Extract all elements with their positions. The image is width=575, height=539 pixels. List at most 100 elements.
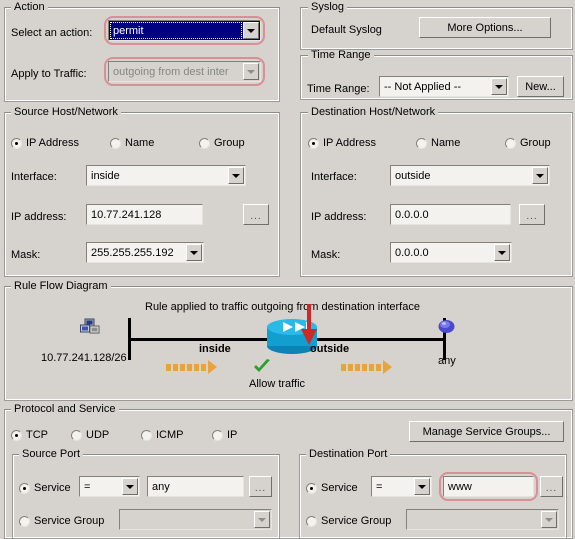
diagram-left-tick <box>128 318 131 360</box>
select-action-combo[interactable]: permit <box>108 20 261 41</box>
destination-ip-label: IP address: <box>311 211 367 223</box>
destination-radio-group-label: Group <box>520 137 551 149</box>
destination-ip-input[interactable]: 0.0.0.0 <box>390 204 511 225</box>
destination-mask-chevron-down-icon[interactable] <box>494 244 510 261</box>
acl-rule-dialog: Action Select an action: permit Apply to… <box>0 0 575 539</box>
any-network-globe-icon <box>438 320 455 333</box>
protocol-radio-tcp-label: TCP <box>26 429 48 441</box>
radio-dot-icon <box>11 429 22 441</box>
source-ip-browse-button[interactable]: ... <box>243 204 269 225</box>
source-port-operator-combo[interactable]: = <box>79 476 140 497</box>
destination-port-radio-service-label: Service <box>321 482 358 494</box>
source-host-group-legend: Source Host/Network <box>11 107 121 118</box>
source-port-service-input[interactable]: any <box>147 476 244 497</box>
source-radio-name[interactable]: Name <box>110 137 154 149</box>
apply-traffic-value: outgoing from dest inter <box>113 65 229 78</box>
source-port-operator-value: = <box>84 480 91 493</box>
select-action-value: permit <box>113 24 144 37</box>
apply-traffic-label: Apply to Traffic: <box>11 68 87 80</box>
destination-mask-combo[interactable]: 0.0.0.0 <box>390 242 512 263</box>
destination-port-operator-chevron-down-icon[interactable] <box>414 478 430 495</box>
source-port-browse-button[interactable]: ... <box>249 476 272 497</box>
destination-radio-ip-address-label: IP Address <box>323 137 376 149</box>
source-ip-label: IP address: <box>11 211 67 223</box>
radio-dot-icon <box>505 137 516 149</box>
source-interface-label: Interface: <box>11 171 57 183</box>
radio-dot-icon <box>71 429 82 441</box>
diagram-caption: Rule applied to traffic outgoing from de… <box>145 301 420 313</box>
network-hosts-icon <box>80 318 100 334</box>
radio-dot-icon <box>19 482 30 494</box>
destination-interface-combo[interactable]: outside <box>390 165 550 186</box>
destination-port-service-input[interactable]: www <box>443 476 534 497</box>
destination-port-service-group-chevron-down-icon <box>541 511 557 528</box>
source-mask-value: 255.255.255.192 <box>91 246 174 259</box>
radio-dot-icon <box>199 137 210 149</box>
destination-port-legend: Destination Port <box>306 449 391 460</box>
source-port-radio-service-group[interactable]: Service Group <box>19 515 104 527</box>
time-range-combo[interactable]: -- Not Applied -- <box>379 76 509 97</box>
select-action-chevron-down-icon[interactable] <box>243 22 259 39</box>
source-radio-name-label: Name <box>125 137 155 149</box>
destination-ip-browse-button[interactable]: ... <box>519 204 545 225</box>
apply-traffic-combo: outgoing from dest inter <box>108 61 261 82</box>
source-mask-chevron-down-icon[interactable] <box>186 244 202 261</box>
more-options-button[interactable]: More Options... <box>419 17 551 38</box>
source-mask-label: Mask: <box>11 249 41 261</box>
protocol-radio-ip[interactable]: IP <box>212 429 237 441</box>
source-port-service-group-combo <box>119 509 272 530</box>
source-port-operator-chevron-down-icon[interactable] <box>122 478 138 495</box>
destination-interface-value: outside <box>395 169 431 182</box>
destination-port-radio-service[interactable]: Service <box>306 482 358 494</box>
flow-arrow-inbound-icon <box>166 360 217 374</box>
source-port-legend: Source Port <box>19 449 84 460</box>
destination-radio-name-label: Name <box>431 137 461 149</box>
destination-port-operator-combo[interactable]: = <box>371 476 432 497</box>
apply-traffic-chevron-down-icon <box>243 63 259 80</box>
destination-interface-chevron-down-icon[interactable] <box>532 167 548 184</box>
destination-radio-group[interactable]: Group <box>505 137 551 149</box>
diagram-outside-label: outside <box>310 343 350 355</box>
flow-arrow-outbound-icon <box>341 360 392 374</box>
source-radio-ip-address[interactable]: IP Address <box>11 137 79 149</box>
manage-service-groups-button[interactable]: Manage Service Groups... <box>409 421 564 442</box>
radio-dot-icon <box>11 137 22 149</box>
protocol-radio-icmp-label: ICMP <box>156 429 184 441</box>
time-range-new-button[interactable]: New... <box>517 76 564 97</box>
protocol-radio-udp[interactable]: UDP <box>71 429 109 441</box>
source-port-service-value: any <box>152 480 170 493</box>
radio-dot-icon <box>19 515 30 527</box>
radio-dot-icon <box>416 137 427 149</box>
radio-dot-icon <box>212 429 223 441</box>
protocol-service-legend: Protocol and Service <box>11 404 119 415</box>
source-ip-input[interactable]: 10.77.241.128 <box>86 204 203 225</box>
destination-port-browse-button[interactable]: ... <box>540 476 563 497</box>
time-range-label: Time Range: <box>307 83 370 95</box>
action-group-legend: Action <box>11 2 48 13</box>
destination-port-radio-service-group[interactable]: Service Group <box>306 515 391 527</box>
source-port-radio-service[interactable]: Service <box>19 482 71 494</box>
destination-mask-label: Mask: <box>311 249 341 261</box>
destination-radio-ip-address[interactable]: IP Address <box>308 137 376 149</box>
source-radio-ip-address-label: IP Address <box>26 137 79 149</box>
protocol-radio-tcp[interactable]: TCP <box>11 429 48 441</box>
destination-radio-name[interactable]: Name <box>416 137 460 149</box>
radio-dot-icon <box>306 482 317 494</box>
protocol-radio-udp-label: UDP <box>86 429 110 441</box>
destination-port-operator-value: = <box>376 480 383 493</box>
destination-port-radio-service-group-label: Service Group <box>321 515 392 527</box>
destination-port-service-group-combo <box>406 509 559 530</box>
source-interface-combo[interactable]: inside <box>86 165 246 186</box>
source-radio-group[interactable]: Group <box>199 137 245 149</box>
source-ip-value: 10.77.241.128 <box>91 208 162 221</box>
source-port-radio-service-label: Service <box>34 482 71 494</box>
protocol-radio-ip-label: IP <box>227 429 238 441</box>
protocol-radio-icmp[interactable]: ICMP <box>141 429 184 441</box>
time-range-value: -- Not Applied -- <box>384 80 462 93</box>
source-port-service-group-chevron-down-icon <box>254 511 270 528</box>
time-range-chevron-down-icon[interactable] <box>491 78 507 95</box>
destination-interface-label: Interface: <box>311 171 357 183</box>
source-mask-combo[interactable]: 255.255.255.192 <box>86 242 204 263</box>
source-interface-chevron-down-icon[interactable] <box>228 167 244 184</box>
allow-traffic-check-icon <box>254 359 270 372</box>
